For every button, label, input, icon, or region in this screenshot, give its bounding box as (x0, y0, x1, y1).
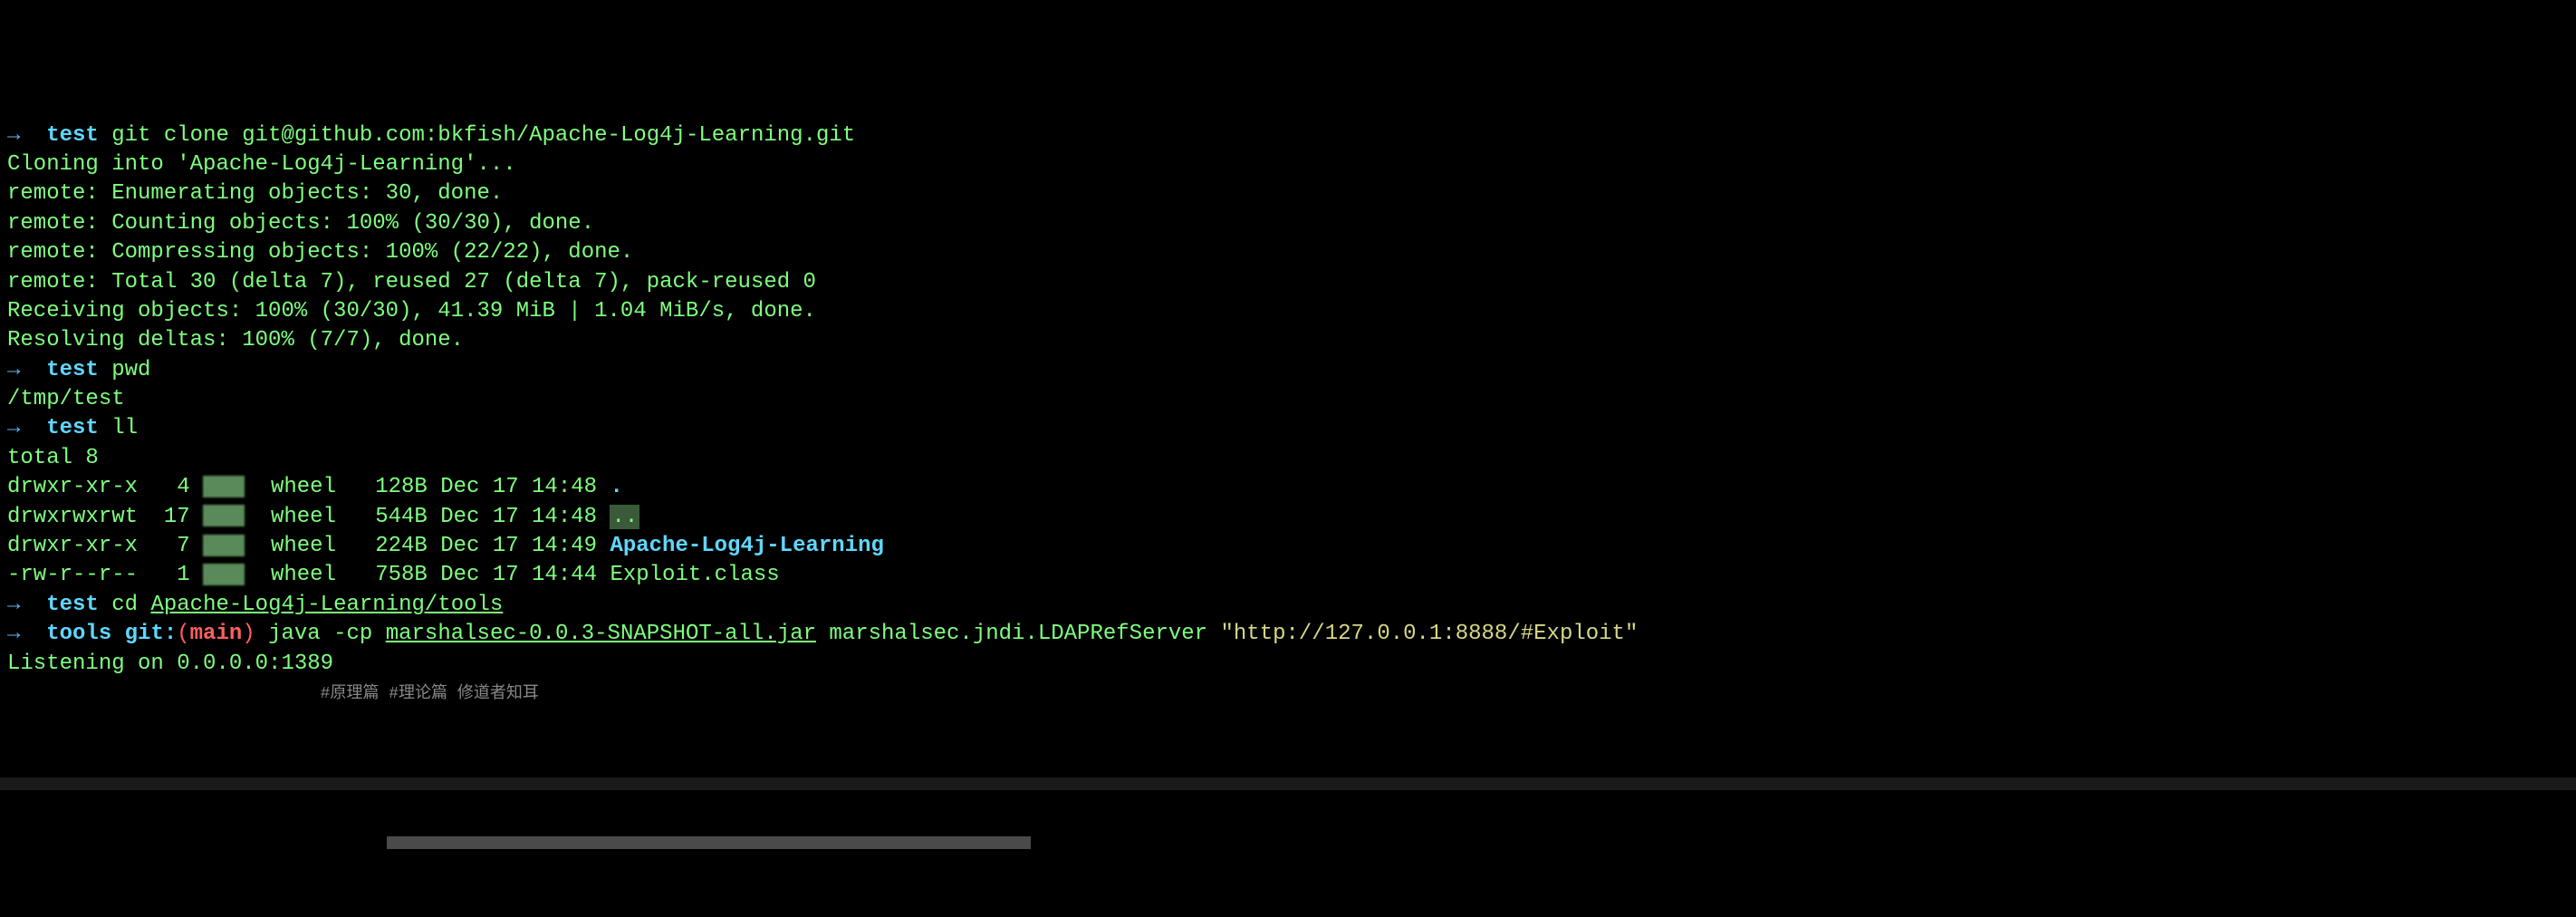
ls-date: Dec 17 14:48 (440, 505, 597, 529)
cd-path: Apache-Log4j-Learning/tools (150, 593, 503, 617)
url-arg: "http://127.0.0.1:8888/#Exploit" (1220, 622, 1638, 646)
cwd-label: test (46, 123, 99, 148)
ls-links: 17 (164, 505, 190, 529)
ls-perm: drwxrwxrwt (7, 505, 138, 529)
ls-perm: drwxr-xr-x (7, 475, 138, 499)
ls-size: 224B (375, 534, 428, 558)
redacted-user (203, 564, 245, 585)
output-line: Resolving deltas: 100% (7/7), done. (7, 328, 464, 352)
ls-group: wheel (271, 505, 336, 529)
ls-group: wheel (271, 563, 336, 587)
ls-links: 7 (177, 534, 189, 558)
cwd-label: tools (46, 622, 111, 646)
cwd-label: test (46, 416, 99, 440)
ls-date: Dec 17 14:44 (440, 563, 597, 587)
java-class: marshalsec.jndi.LDAPRefServer (829, 622, 1207, 646)
ls-size: 544B (375, 505, 428, 529)
output-line: remote: Enumerating objects: 30, done. (7, 181, 503, 206)
terminal-content[interactable]: → test git clone git@github.com:bkfish/A… (7, 121, 2569, 709)
ls-name: . (610, 475, 622, 499)
cd-cmd: cd (111, 593, 138, 617)
redacted-user (203, 535, 245, 556)
ls-group: wheel (271, 475, 336, 499)
ls-date: Dec 17 14:48 (440, 475, 597, 499)
ls-name: Apache-Log4j-Learning (610, 534, 883, 558)
output-line: remote: Counting objects: 100% (30/30), … (7, 211, 594, 236)
prompt-arrow: → (7, 123, 20, 148)
output-line: /tmp/test (7, 387, 125, 411)
ls-perm: -rw-r--r-- (7, 563, 138, 587)
ls-date: Dec 17 14:49 (440, 534, 597, 558)
ls-links: 4 (177, 475, 189, 499)
output-line: remote: Compressing objects: 100% (22/22… (7, 240, 633, 265)
horizontal-scrollbar[interactable] (0, 777, 2576, 790)
redacted-user (203, 505, 245, 526)
output-line: total 8 (7, 446, 99, 470)
git-args: clone git@github.com:bkfish/Apache-Log4j… (164, 123, 855, 148)
output-line: remote: Total 30 (delta 7), reused 27 (d… (7, 270, 816, 294)
ls-name: .. (610, 505, 639, 529)
java-cmd: java (268, 622, 321, 646)
paren-close: ) (242, 622, 255, 646)
git-branch: main (190, 622, 243, 646)
jar-path: marshalsec-0.0.3-SNAPSHOT-all.jar (386, 622, 816, 646)
ll-cmd: ll (111, 416, 138, 440)
cwd-label: test (46, 593, 99, 617)
ls-size: 128B (375, 475, 428, 499)
pwd-cmd: pwd (111, 358, 150, 382)
java-flag: -cp (333, 622, 372, 646)
prompt-arrow: → (7, 622, 20, 646)
ls-size: 758B (375, 563, 428, 587)
footer-text: #原理篇 #理论篇 修道者知耳 (321, 685, 539, 703)
prompt-arrow: → (7, 416, 20, 440)
output-line: Cloning into 'Apache-Log4j-Learning'... (7, 152, 516, 177)
cwd-label: test (46, 358, 99, 382)
ls-group: wheel (271, 534, 336, 558)
output-line: Receiving objects: 100% (30/30), 41.39 M… (7, 299, 816, 323)
git-cmd: git (111, 123, 150, 148)
output-line: Listening on 0.0.0.0:1389 (7, 652, 333, 676)
prompt-arrow: → (7, 358, 20, 382)
redacted-user (203, 476, 245, 497)
ls-name: Exploit.class (610, 563, 779, 587)
paren-open: ( (177, 622, 189, 646)
git-label: git: (125, 622, 178, 646)
ls-links: 1 (177, 563, 189, 587)
ls-perm: drwxr-xr-x (7, 534, 138, 558)
prompt-arrow: → (7, 593, 20, 617)
